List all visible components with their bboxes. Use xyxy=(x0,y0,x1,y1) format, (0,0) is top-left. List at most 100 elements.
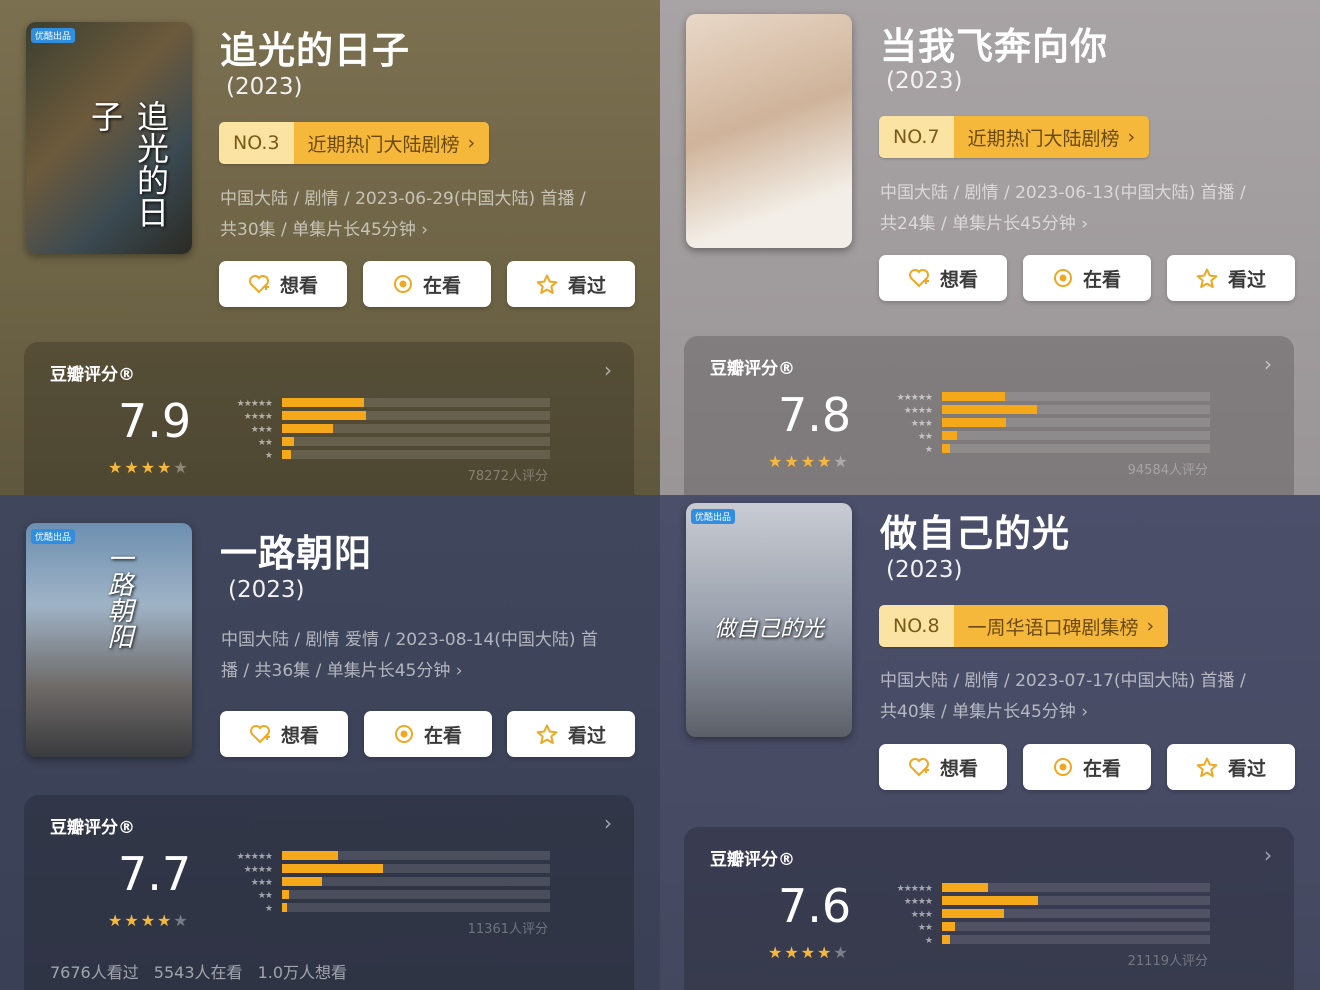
info-line-2: 共40集 / 单集片长45分钟 › xyxy=(880,702,1089,722)
rating-score: 7.7 xyxy=(118,847,192,901)
rating-distribution xyxy=(942,883,1210,948)
star-level-label: ★★★★ xyxy=(903,406,933,416)
heart-plus-icon xyxy=(908,268,930,288)
distribution-bar xyxy=(942,883,988,892)
distribution-bar xyxy=(942,935,951,944)
distribution-bar xyxy=(282,450,292,459)
distribution-bar-track xyxy=(282,437,550,446)
poster-badge: 优酷出品 xyxy=(31,28,76,43)
target-icon xyxy=(1053,268,1073,288)
star-empty-icon: ★ xyxy=(173,458,190,477)
star-level-label: ★★★★★ xyxy=(236,852,273,862)
rank-number: NO.8 xyxy=(879,605,954,647)
watching-label: 在看 xyxy=(423,724,462,747)
star-filled-icon: ★ xyxy=(108,458,125,477)
distribution-bar-track xyxy=(282,424,550,433)
show-panel-4: 优酷出品 做自己的光 做自己的光 (2023) NO.8 一周华语口碑剧集榜 › … xyxy=(660,495,1320,990)
star-empty-icon: ★ xyxy=(833,943,850,962)
show-info[interactable]: 中国大陆 / 剧情 / 2023-06-29(中国大陆) 首播 / 共30集 /… xyxy=(220,184,586,246)
poster-title-art: 一路朝阳 xyxy=(103,545,133,649)
want-to-watch-button[interactable]: 想看 xyxy=(879,744,1007,790)
target-icon xyxy=(1053,757,1073,777)
douban-rating-card[interactable]: 豆瓣评分® › 7.9 ★★★★★ ★★★★★ ★★★★ ★★★ ★★ ★ 78272人… xyxy=(24,342,634,495)
rating-stars: ★★★★★ xyxy=(108,911,190,930)
watching-button[interactable]: 在看 xyxy=(1023,255,1151,301)
rank-list-name: 一周华语口碑剧集榜 xyxy=(967,616,1139,639)
watching-button[interactable]: 在看 xyxy=(1023,744,1151,790)
rank-list-name: 近期热门大陆剧榜 xyxy=(967,127,1120,150)
want-to-watch-button[interactable]: 想看 xyxy=(219,261,347,307)
distribution-bar xyxy=(282,903,288,912)
rating-distribution xyxy=(942,392,1210,457)
rating-title: 豆瓣评分® xyxy=(50,818,135,838)
watching-label: 在看 xyxy=(422,274,461,297)
distribution-bar-track xyxy=(282,864,550,873)
watched-button[interactable]: 看过 xyxy=(507,711,635,757)
poster-image[interactable]: 优酷出品 追光的日子 xyxy=(26,22,192,254)
ranking-badge[interactable]: NO.3 近期热门大陆剧榜 › xyxy=(219,122,490,164)
rating-count: 94584人评分 xyxy=(1127,463,1208,478)
show-info[interactable]: 中国大陆 / 剧情 / 2023-07-17(中国大陆) 首播 / 共40集 /… xyxy=(880,666,1246,728)
douban-rating-card[interactable]: 豆瓣评分® › 7.8 ★★★★★ ★★★★★ ★★★★ ★★★ ★★ ★ 94584人… xyxy=(684,336,1294,495)
star-level-label: ★★★ xyxy=(910,910,933,920)
want-to-watch-button[interactable]: 想看 xyxy=(220,711,348,757)
distribution-bar xyxy=(282,437,295,446)
distribution-bar-track xyxy=(942,909,1210,918)
info-line-2: 共30集 / 单集片长45分钟 › xyxy=(220,220,429,240)
distribution-bar-track xyxy=(942,935,1210,944)
watching-label: 在看 xyxy=(1082,757,1121,780)
poster-image[interactable]: 优酷出品 做自己的光 xyxy=(686,503,852,737)
watch-stats: 7676人看过 5543人在看 1.0万人想看 xyxy=(50,963,348,982)
rank-number: NO.3 xyxy=(219,122,294,164)
show-panel-2: 当我飞奔向你 (2023) NO.7 近期热门大陆剧榜 › 中国大陆 / 剧情 /… xyxy=(660,0,1320,495)
want-label: 想看 xyxy=(939,268,978,291)
star-filled-icon: ★ xyxy=(157,458,174,477)
watched-label: 看过 xyxy=(1227,757,1266,780)
star-level-label: ★★ xyxy=(257,438,273,448)
star-level-label: ★ xyxy=(924,445,933,455)
star-filled-icon: ★ xyxy=(800,943,818,962)
star-level-label: ★★★★★ xyxy=(236,399,273,409)
watched-button[interactable]: 看过 xyxy=(507,261,635,307)
rating-count: 78272人评分 xyxy=(467,469,548,484)
show-title: 当我飞奔向你 xyxy=(880,25,1108,68)
poster-image[interactable] xyxy=(686,14,852,248)
show-year: (2023) xyxy=(886,68,963,94)
star-empty-icon: ★ xyxy=(173,911,190,930)
douban-rating-card[interactable]: 豆瓣评分® › 7.7 ★★★★★ ★★★★★ ★★★★ ★★★ ★★ ★ 11361人… xyxy=(24,795,634,990)
poster-image[interactable]: 优酷出品 一路朝阳 xyxy=(26,523,192,757)
target-icon xyxy=(393,274,413,294)
rating-score: 7.6 xyxy=(778,879,852,933)
distribution-bar xyxy=(942,922,956,931)
rating-stars: ★★★★★ xyxy=(108,458,190,477)
show-info[interactable]: 中国大陆 / 剧情 / 2023-06-13(中国大陆) 首播 / 共24集 /… xyxy=(880,178,1246,240)
watching-label: 在看 xyxy=(1082,268,1121,291)
watching-button[interactable]: 在看 xyxy=(363,261,491,307)
show-year: (2023) xyxy=(886,557,963,583)
info-line-1: 中国大陆 / 剧情 爱情 / 2023-08-14(中国大陆) 首 xyxy=(221,630,598,650)
distribution-bar xyxy=(282,398,364,407)
distribution-bar-track xyxy=(942,883,1210,892)
watched-button[interactable]: 看过 xyxy=(1167,744,1295,790)
star-filled-icon: ★ xyxy=(140,458,158,477)
star-level-label: ★★★ xyxy=(250,878,273,888)
ranking-badge[interactable]: NO.7 近期热门大陆剧榜 › xyxy=(879,116,1150,158)
douban-rating-card[interactable]: 豆瓣评分® › 7.6 ★★★★★ ★★★★★ ★★★★ ★★★ ★★ ★ 21119人… xyxy=(684,827,1294,990)
show-year: (2023) xyxy=(228,577,305,603)
star-filled-icon: ★ xyxy=(817,943,834,962)
star-level-label: ★ xyxy=(264,451,273,461)
star-filled-icon: ★ xyxy=(124,458,141,477)
ranking-badge[interactable]: NO.8 一周华语口碑剧集榜 › xyxy=(879,605,1169,647)
want-to-watch-button[interactable]: 想看 xyxy=(879,255,1007,301)
rating-title: 豆瓣评分® xyxy=(710,359,795,379)
star-level-labels: ★★★★★ ★★★★ ★★★ ★★ ★ xyxy=(864,392,933,457)
star-level-label: ★★★ xyxy=(250,425,273,435)
watched-button[interactable]: 看过 xyxy=(1167,255,1295,301)
star-level-label: ★ xyxy=(264,904,273,914)
star-level-label: ★★ xyxy=(257,891,273,901)
want-label: 想看 xyxy=(280,724,319,747)
chevron-right-icon: › xyxy=(1146,615,1155,637)
show-info[interactable]: 中国大陆 / 剧情 爱情 / 2023-08-14(中国大陆) 首 播 / 共3… xyxy=(221,625,598,687)
rating-distribution xyxy=(282,398,550,463)
watching-button[interactable]: 在看 xyxy=(364,711,492,757)
